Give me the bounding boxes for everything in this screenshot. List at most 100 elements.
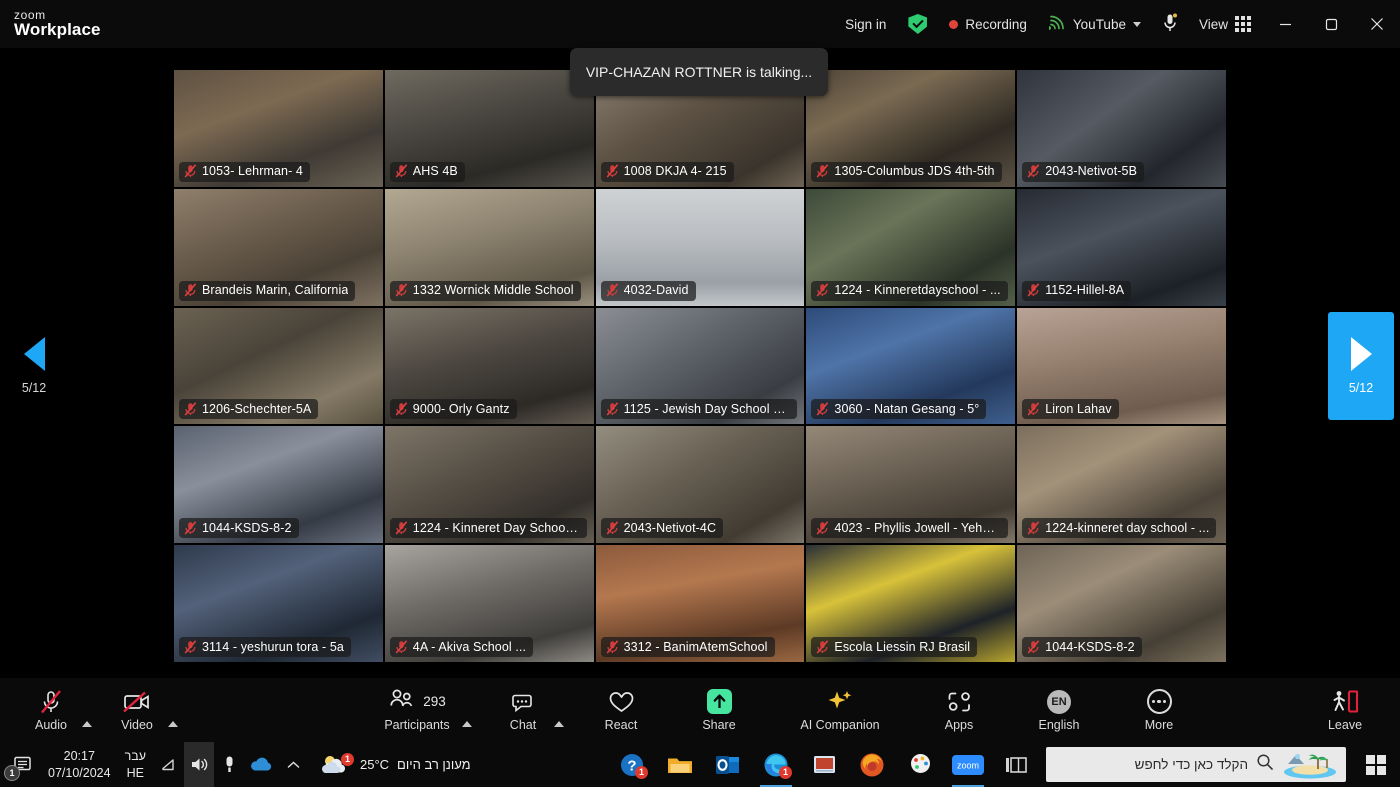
- microphone-muted-icon: [38, 688, 64, 715]
- participant-tile[interactable]: 2043-Netivot-4C: [595, 426, 805, 544]
- encryption-status-button[interactable]: [897, 0, 938, 48]
- participant-tile[interactable]: 1206-Schechter-5A: [174, 307, 383, 425]
- participant-name-bar: 4032-David: [600, 280, 696, 301]
- more-button[interactable]: More: [1130, 679, 1188, 741]
- taskbar-app-paint[interactable]: [896, 742, 944, 787]
- taskbar-app-zoom[interactable]: zoom: [944, 742, 992, 787]
- mic-muted-icon: [1027, 164, 1040, 178]
- share-button[interactable]: Share: [690, 679, 748, 741]
- participant-tile[interactable]: 1152-Hillel-8A: [1017, 188, 1226, 306]
- participant-tile[interactable]: 1224 - Kinneretdayschool - ...: [806, 188, 1016, 306]
- youtube-stream-button[interactable]: YouTube: [1038, 0, 1152, 48]
- participant-tile[interactable]: Liron Lahav: [1017, 307, 1226, 425]
- audio-button[interactable]: Audio: [22, 679, 80, 741]
- participant-name-bar: AHS 4B: [389, 161, 465, 182]
- chat-label: Chat: [509, 718, 537, 732]
- participant-name: 1008 DKJA 4- 215: [623, 164, 727, 179]
- notifications-button[interactable]: 1: [0, 742, 42, 787]
- chat-control-group: Chat: [494, 679, 564, 741]
- participant-tile[interactable]: 2043-Netivot-5B: [1017, 70, 1226, 187]
- taskbar-task-view[interactable]: [992, 742, 1040, 787]
- participant-tile[interactable]: Escola Liessin RJ Brasil: [806, 545, 1016, 662]
- ai-companion-label: AI Companion: [800, 718, 880, 732]
- taskbar-app-firefox[interactable]: [848, 742, 896, 787]
- react-button[interactable]: React: [592, 679, 650, 741]
- minimize-button[interactable]: [1262, 0, 1308, 48]
- onedrive-button[interactable]: [244, 742, 278, 787]
- taskbar-app-file-explorer[interactable]: [656, 742, 704, 787]
- view-menu-button[interactable]: View: [1188, 0, 1262, 48]
- participant-tile[interactable]: 1125 - Jewish Day School of ...: [595, 307, 805, 425]
- participant-tile[interactable]: 4A - Akiva School ...: [384, 545, 594, 662]
- chevron-up-icon: [287, 760, 299, 768]
- broadcast-icon: [1046, 15, 1066, 33]
- taskbar-search-box[interactable]: הקלד כאן כדי לחפש: [1046, 747, 1346, 782]
- mic-muted-icon: [606, 520, 619, 535]
- video-options-caret-icon[interactable]: [168, 721, 178, 727]
- start-button[interactable]: [1352, 742, 1400, 787]
- participants-button[interactable]: 293 Participants: [374, 679, 460, 741]
- weather-widget[interactable]: 1 25°C מעונן רב היום: [308, 742, 483, 787]
- mic-muted-icon: [184, 639, 197, 654]
- tray-overflow-button[interactable]: [278, 742, 308, 787]
- language-line2: HE: [126, 765, 144, 780]
- taskbar-app-help[interactable]: ? 1: [608, 742, 656, 787]
- taskbar-app-powerpoint[interactable]: [800, 742, 848, 787]
- language-button[interactable]: EN English: [1030, 679, 1088, 741]
- participant-name: 4A - Akiva School ...: [412, 639, 527, 654]
- grid-view-icon: [1235, 16, 1251, 32]
- participants-icon-wrap: 293: [388, 688, 446, 715]
- leave-button[interactable]: Leave: [1316, 679, 1374, 741]
- sign-in-button[interactable]: Sign in: [834, 0, 897, 48]
- maximize-button[interactable]: [1308, 0, 1354, 48]
- previous-page-button[interactable]: 5/12: [6, 312, 62, 420]
- search-input[interactable]: הקלד כאן כדי לחפש: [1056, 757, 1248, 772]
- apps-button[interactable]: Apps: [930, 679, 988, 741]
- participant-tile[interactable]: 1224 - Kinneret Day School ...: [384, 426, 594, 544]
- active-speaker-text: VIP-CHAZAN ROTTNER is talking...: [585, 64, 813, 80]
- participant-tile[interactable]: 3060 - Natan Gesang - 5°: [806, 307, 1016, 425]
- taskbar-app-outlook[interactable]: [704, 742, 752, 787]
- taskbar-app-edge[interactable]: 1: [752, 742, 800, 787]
- mic-muted-icon: [1027, 520, 1040, 535]
- next-page-button[interactable]: 5/12: [1328, 312, 1394, 420]
- participant-tile[interactable]: 1053- Lehrman- 4: [174, 70, 383, 187]
- chat-options-caret-icon[interactable]: [554, 721, 564, 727]
- participant-name-bar: 1125 - Jewish Day School of ...: [600, 399, 798, 420]
- participant-name: Escola Liessin RJ Brasil: [834, 639, 971, 654]
- mic-muted-icon: [816, 402, 829, 416]
- participant-tile[interactable]: Brandeis Marin, California: [174, 188, 383, 306]
- participant-tile[interactable]: 4032-David: [595, 188, 805, 306]
- participant-tile[interactable]: AHS 4B: [384, 70, 594, 187]
- participant-tile[interactable]: 9000- Orly Gantz: [384, 307, 594, 425]
- participant-tile[interactable]: 1224-kinneret day school - ...: [1017, 426, 1226, 544]
- zoom-meeting-window: zoom Workplace Sign in Recording YouTube…: [0, 0, 1400, 787]
- chat-button[interactable]: Chat: [494, 679, 552, 741]
- participant-name: 1125 - Jewish Day School of ...: [623, 401, 791, 416]
- volume-button[interactable]: [184, 742, 214, 787]
- mic-status-button[interactable]: [1152, 0, 1188, 48]
- task-view-icon: [1006, 756, 1027, 773]
- close-button[interactable]: [1354, 0, 1400, 48]
- participant-tile[interactable]: 1044-KSDS-8-2: [174, 426, 383, 544]
- youtube-label: YouTube: [1072, 16, 1126, 32]
- taskbar-clock[interactable]: 20:17 07/10/2024: [42, 748, 117, 782]
- ai-companion-button[interactable]: AI Companion: [790, 679, 890, 741]
- participant-tile[interactable]: 1305-Columbus JDS 4th-5th: [806, 70, 1016, 187]
- recording-indicator[interactable]: Recording: [938, 0, 1038, 48]
- participants-options-caret-icon[interactable]: [462, 721, 472, 727]
- participant-tile[interactable]: 3312 - BanimAtemSchool: [595, 545, 805, 662]
- participant-tile[interactable]: 1044-KSDS-8-2: [1017, 545, 1226, 662]
- audio-options-caret-icon[interactable]: [82, 721, 92, 727]
- participant-tile[interactable]: 4023 - Phyllis Jowell - Yehos...: [806, 426, 1016, 544]
- video-button[interactable]: Video: [108, 679, 166, 741]
- island-picture-icon: [1282, 750, 1338, 780]
- language-indicator[interactable]: עבר HE: [117, 748, 154, 782]
- network-button[interactable]: [154, 742, 184, 787]
- ellipsis-icon: [1146, 689, 1172, 714]
- participant-tile[interactable]: 3114 - yeshurun tora - 5a: [174, 545, 383, 662]
- participant-tile[interactable]: 1332 Wornick Middle School: [384, 188, 594, 306]
- record-dot-icon: [949, 19, 959, 29]
- participant-name: 2043-Netivot-5B: [1045, 164, 1138, 179]
- microphone-tray-button[interactable]: [214, 742, 244, 787]
